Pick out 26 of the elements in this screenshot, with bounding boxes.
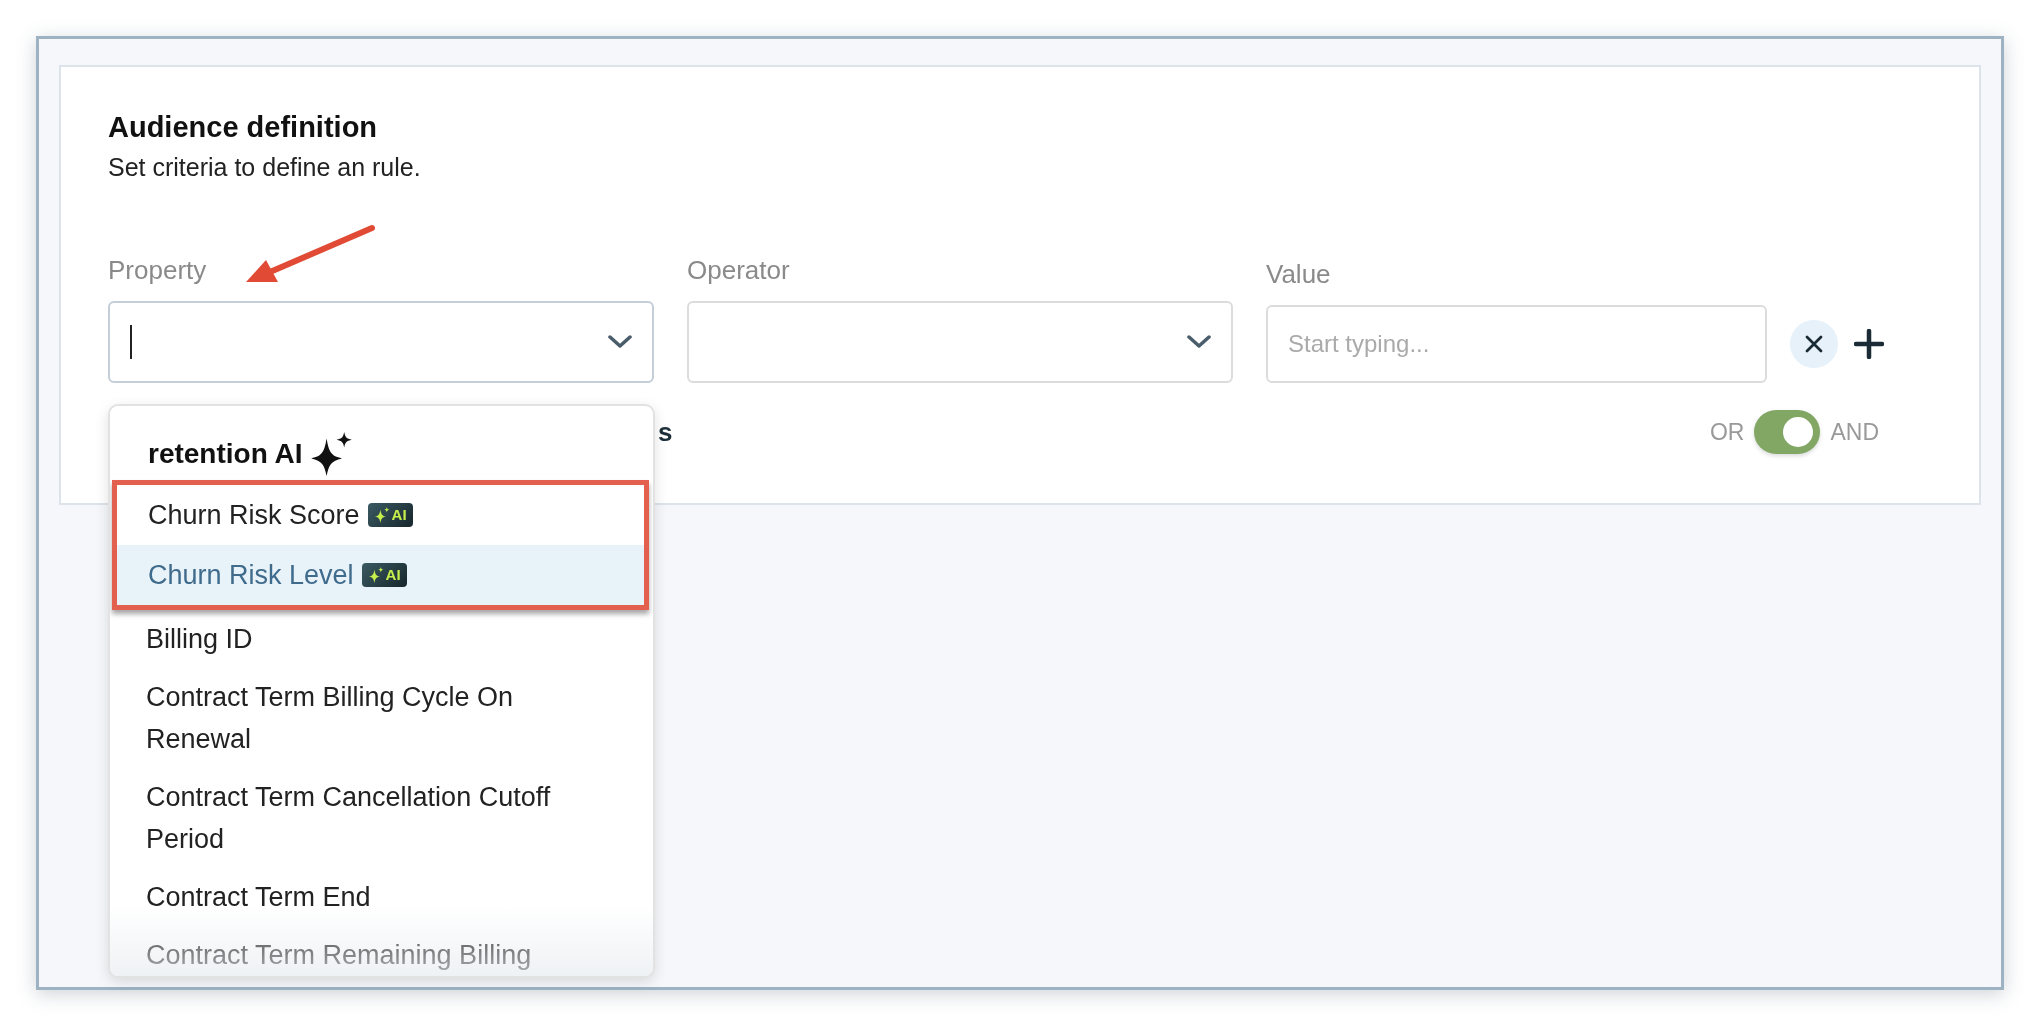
- toggle-switch[interactable]: [1754, 410, 1821, 454]
- dropdown-option[interactable]: Contract Term End: [110, 868, 653, 926]
- select-field[interactable]: [108, 301, 654, 383]
- ai-badge: AI: [361, 563, 407, 587]
- dropdown-option[interactable]: Contract Term Cancellation Cutoff Period: [110, 768, 653, 868]
- ai-badge: AI: [367, 503, 413, 527]
- covered-label: s: [658, 416, 673, 448]
- section-subtitle: Set criteria to define an rule.: [108, 152, 422, 183]
- chevron-down-icon: [1187, 335, 1211, 349]
- field-label: Value: [1266, 259, 1332, 289]
- text-cursor: [130, 325, 132, 359]
- dropdown-option[interactable]: Billing ID: [110, 610, 653, 668]
- field-label: Operator: [687, 255, 791, 285]
- group-heading: retention AI: [148, 438, 303, 470]
- toggle-label: OR: [1709, 418, 1745, 446]
- toggle-label: AND: [1830, 418, 1879, 446]
- dropdown-option[interactable]: Churn Risk Level AI: [117, 545, 644, 605]
- dropdown-option[interactable]: Churn Risk Score AI: [117, 485, 644, 545]
- section-title: Audience definition: [108, 110, 379, 145]
- close-icon: [1804, 334, 1824, 354]
- value-input[interactable]: Start typing...: [1266, 305, 1767, 383]
- close-button[interactable]: [1790, 320, 1838, 368]
- dropdown-option[interactable]: Contract Term Billing Cycle On Renewal: [110, 668, 653, 768]
- select-field[interactable]: [687, 301, 1233, 383]
- chevron-down-icon: [608, 335, 632, 349]
- field-label: Property: [108, 255, 208, 285]
